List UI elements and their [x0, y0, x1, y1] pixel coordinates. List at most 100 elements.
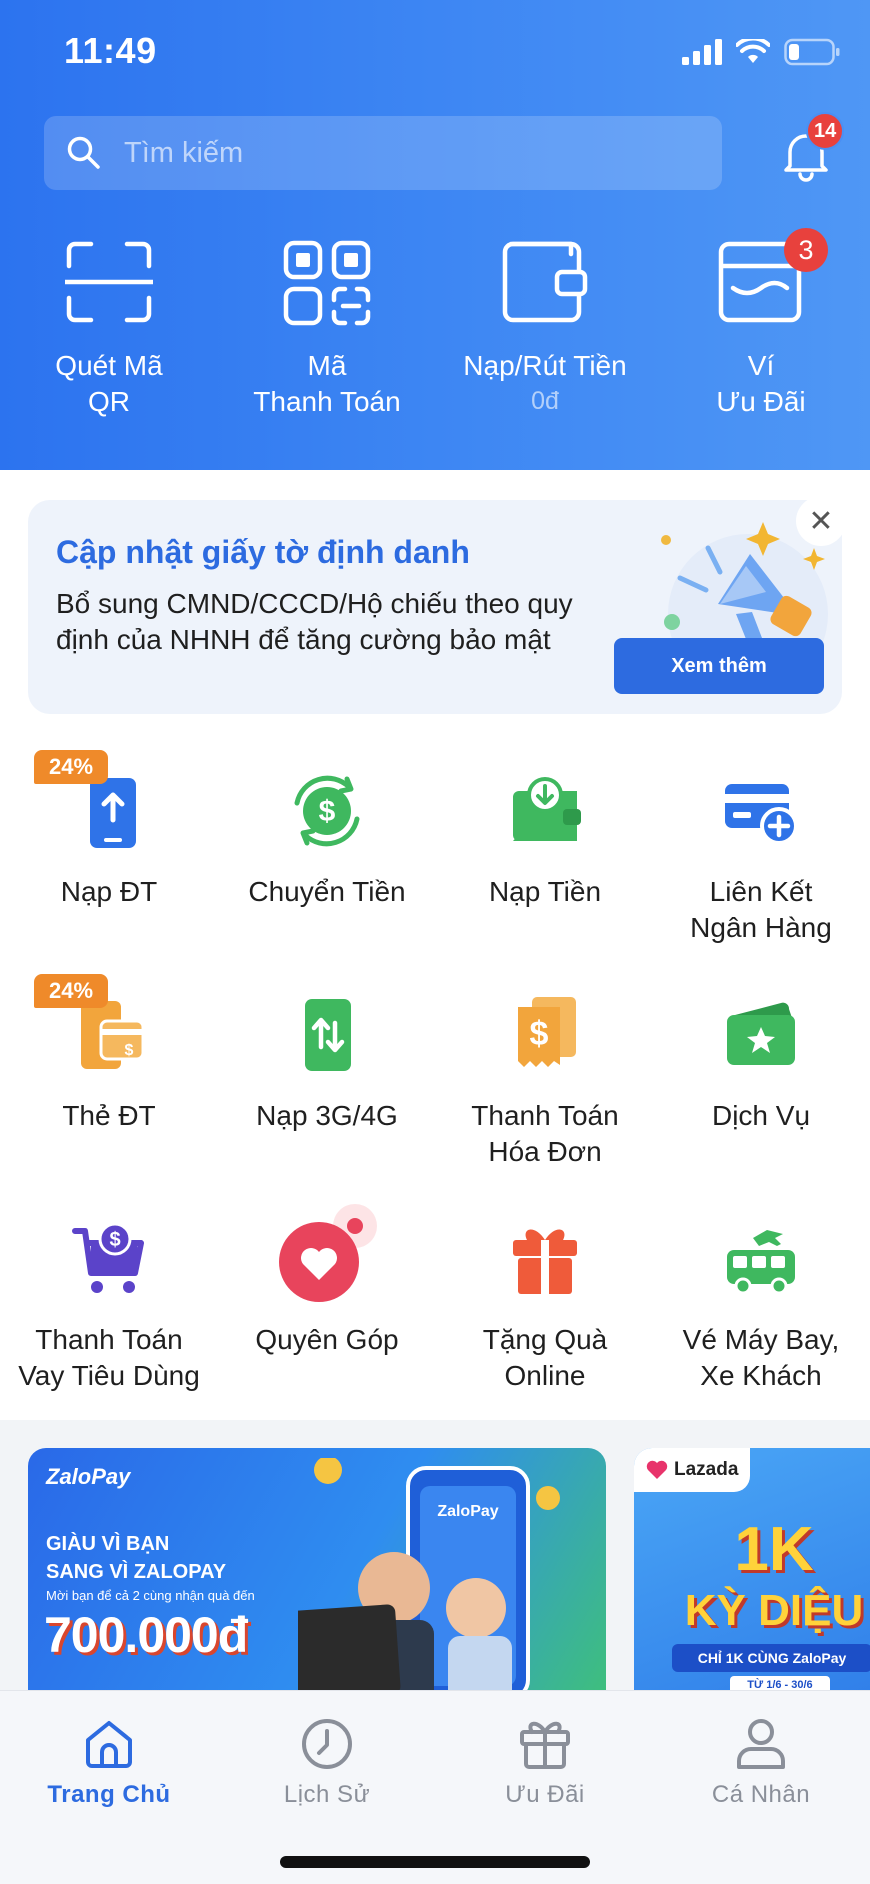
close-icon: ✕: [808, 504, 834, 538]
service-label: Vay Tiêu Dùng: [18, 1360, 200, 1391]
header: 11:49 Tìm kiếm 14 Quét Mã QR Mã Thanh To…: [0, 0, 870, 470]
service-label: Ngân Hàng: [690, 912, 832, 943]
voucher-badge: 3: [784, 228, 828, 272]
svg-text:ZaloPay: ZaloPay: [437, 1503, 498, 1520]
battery-icon: [784, 38, 840, 66]
banner-headline: GIÀU VÌ BẠN: [46, 1533, 170, 1555]
lazada-title: KỲ DIỆU: [684, 1586, 864, 1635]
discount-badge: 24%: [34, 750, 108, 784]
user-profile-icon: [737, 1719, 785, 1769]
bill-payment-icon: $: [518, 997, 576, 1067]
quick-action-deposit-withdraw[interactable]: Nạp/Rút Tiền 0đ: [436, 240, 654, 418]
promo-title: Cập nhật giấy tờ định danh: [56, 534, 470, 570]
qr-scan-icon: [65, 241, 153, 323]
wallet-balance: 0đ: [531, 387, 559, 415]
service-gift[interactable]: Tặng Quà Online: [436, 1218, 654, 1394]
status-bar: 11:49: [0, 0, 870, 100]
svg-text:$: $: [530, 1015, 549, 1053]
history-clock-icon: [302, 1719, 352, 1769]
svg-text:$: $: [125, 1042, 134, 1059]
deposit-icon: [513, 777, 581, 841]
service-money-transfer[interactable]: $ Chuyển Tiền: [218, 770, 436, 910]
service-phone-topup[interactable]: Nạp ĐT: [0, 770, 218, 910]
services-icon: [727, 1002, 795, 1065]
banner-amount: 700.000đ: [44, 1607, 248, 1663]
quick-action-voucher-wallet[interactable]: Ví Ưu Đãi: [652, 240, 870, 420]
service-label: Quyên Góp: [255, 1324, 399, 1355]
service-label: Thanh Toán: [35, 1324, 183, 1355]
tab-offers[interactable]: Ưu Đãi: [436, 1691, 654, 1809]
svg-text:$: $: [109, 1229, 120, 1251]
quick-action-scan-qr[interactable]: Quét Mã QR: [0, 240, 218, 420]
tab-profile[interactable]: Cá Nhân: [652, 1691, 870, 1809]
service-more[interactable]: Dịch Vụ: [652, 994, 870, 1134]
service-label: Hóa Đơn: [488, 1136, 602, 1167]
quick-action-label: Mã: [307, 350, 347, 381]
quick-action-label: Ưu Đãi: [716, 386, 806, 417]
service-label: Nạp ĐT: [60, 876, 158, 907]
lazada-big-text: 1K: [734, 1515, 814, 1584]
lazada-tag: Lazada: [634, 1448, 750, 1492]
banner-carousel[interactable]: ZaloPay GIÀU VÌ BẠN SANG VÌ ZALOPAY Mời …: [0, 1420, 870, 1708]
payment-code-icon: [283, 240, 371, 326]
status-icons: [682, 38, 840, 66]
service-tickets[interactable]: Vé Máy Bay, Xe Khách: [652, 1218, 870, 1394]
quick-action-label: QR: [88, 386, 130, 417]
service-label: Vé Máy Bay,: [682, 1324, 840, 1355]
service-label: Nạp Tiền: [488, 876, 602, 907]
service-label: Dịch Vụ: [711, 1100, 811, 1131]
lazada-label: Lazada: [674, 1459, 739, 1480]
service-label: Tặng Quà: [482, 1324, 608, 1355]
service-label: Online: [504, 1360, 586, 1391]
lazada-banner[interactable]: Lazada 1K KỲ DIỆU CHỈ 1K CÙNG ZaloPay TỪ…: [634, 1448, 870, 1708]
search-icon: [67, 136, 100, 169]
service-label: Thẻ ĐT: [62, 1100, 156, 1131]
promo-close-button[interactable]: ✕: [796, 496, 846, 546]
banner-subtext: Mời bạn để cả 2 cùng nhận quà đến: [46, 1588, 255, 1603]
service-bank-link[interactable]: Liên Kết Ngân Hàng: [652, 770, 870, 946]
home-indicator: [280, 1856, 590, 1868]
service-loan-payment[interactable]: $ Thanh Toán Vay Tiêu Dùng: [0, 1218, 218, 1394]
bottom-nav: Trang Chủ Lịch Sử Ưu Đãi Cá Nhân: [0, 1690, 870, 1884]
quick-action-label: Quét Mã: [55, 350, 163, 381]
service-mobile-data[interactable]: Nạp 3G/4G: [218, 994, 436, 1134]
service-deposit[interactable]: Nạp Tiền: [436, 770, 654, 910]
quick-action-label: Nạp/Rút Tiền: [463, 350, 627, 381]
service-label: Nạp 3G/4G: [256, 1100, 398, 1131]
service-donation[interactable]: Quyên Góp: [218, 1204, 436, 1358]
promo-card[interactable]: Cập nhật giấy tờ định danh Bổ sung CMND/…: [28, 500, 842, 714]
service-label: Xe Khách: [700, 1360, 822, 1391]
lazada-subtitle: CHỈ 1K CÙNG ZaloPay: [672, 1644, 870, 1672]
status-time: 11:49: [64, 30, 157, 71]
donation-heart-icon: [279, 1204, 377, 1302]
discount-badge: 24%: [34, 974, 108, 1008]
wallet-icon: [502, 241, 588, 323]
main-content: Cập nhật giấy tờ định danh Bổ sung CMND/…: [0, 470, 870, 1420]
quick-action-payment-code[interactable]: Mã Thanh Toán: [218, 240, 436, 420]
promo-text: Bổ sung CMND/CCCD/Hộ chiếu theo quy định…: [56, 588, 573, 655]
signal-icon: [682, 39, 722, 65]
mobile-data-icon: [305, 999, 351, 1071]
tab-label: Cá Nhân: [711, 1781, 811, 1808]
banner-headline: SANG VÌ ZALOPAY: [46, 1561, 227, 1583]
tab-label: Ưu Đãi: [505, 1781, 585, 1808]
service-bill-payment[interactable]: $ Thanh Toán Hóa Đơn: [436, 994, 654, 1170]
bank-link-icon: [725, 784, 798, 845]
quick-action-label: Ví: [747, 350, 775, 381]
tab-label: Lịch Sử: [283, 1781, 371, 1808]
gift-icon: [513, 1229, 577, 1294]
lazada-heart-icon: [646, 1460, 668, 1479]
tab-history[interactable]: Lịch Sử: [218, 1691, 436, 1809]
zalopay-referral-banner[interactable]: ZaloPay GIÀU VÌ BẠN SANG VÌ ZALOPAY Mời …: [28, 1448, 606, 1708]
search-input[interactable]: Tìm kiếm: [44, 116, 722, 190]
money-transfer-icon: $: [294, 775, 360, 847]
service-label: Thanh Toán: [471, 1100, 619, 1131]
promo-see-more-button[interactable]: Xem thêm: [614, 638, 824, 694]
tab-home[interactable]: Trang Chủ: [0, 1691, 218, 1809]
service-phone-card[interactable]: $ Thẻ ĐT: [0, 994, 218, 1134]
gift-offer-icon: [520, 1721, 570, 1769]
bus-plane-icon: [727, 1230, 795, 1295]
quick-action-label: Thanh Toán: [253, 386, 401, 417]
tab-label: Trang Chủ: [47, 1781, 171, 1808]
wifi-icon: [736, 39, 770, 63]
